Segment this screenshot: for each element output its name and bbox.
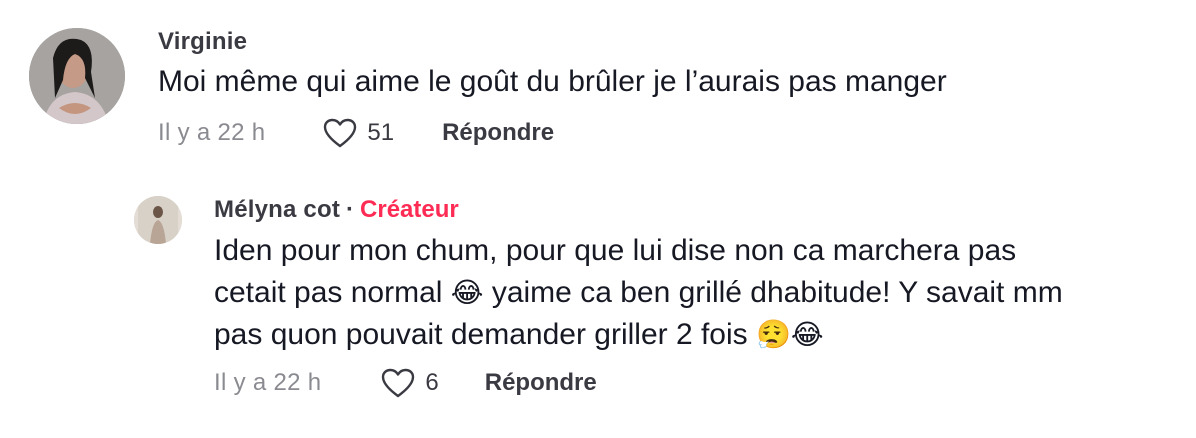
- heart-outline-icon[interactable]: [323, 118, 357, 148]
- laughing-emoji: 😂: [790, 318, 824, 351]
- separator: ·: [346, 196, 355, 223]
- comment-text-line: Iden pour mon chum, pour que lui dise no…: [214, 234, 1017, 267]
- reply-button[interactable]: Répondre: [442, 119, 554, 147]
- comment-text-line: pas quon pouvait demander griller 2 fois…: [214, 314, 1174, 356]
- like-button[interactable]: 51: [323, 118, 394, 148]
- author-name[interactable]: Mélyna cot: [214, 196, 340, 224]
- reply-button[interactable]: Répondre: [485, 369, 597, 397]
- timestamp: Il y a 22 h: [214, 369, 322, 396]
- text-fragment: pas quon pouvait demander griller 2 fois: [214, 318, 756, 351]
- exhale-emoji: 😮‍💨: [756, 318, 791, 351]
- comment-text: Iden pour mon chum, pour que lui dise no…: [214, 230, 1174, 356]
- creator-badge: Créateur: [360, 196, 459, 223]
- text-fragment: cetait pas normal: [214, 276, 451, 309]
- like-button[interactable]: 6: [381, 368, 439, 398]
- like-count: 6: [425, 369, 439, 396]
- timestamp: Il y a 22 h: [158, 119, 266, 146]
- heart-outline-icon[interactable]: [381, 368, 415, 398]
- comment-text: Moi même qui aime le goût du brûler je l…: [158, 65, 947, 98]
- avatar[interactable]: [134, 196, 182, 244]
- avatar[interactable]: [29, 28, 125, 124]
- comment: Virginie Moi même qui aime le goût du br…: [29, 28, 947, 148]
- author-name[interactable]: Virginie: [158, 28, 247, 56]
- text-fragment: yaime ca ben grillé dhabitude! Y savait …: [483, 276, 1063, 309]
- reply-comment: Mélyna cot · Créateur Iden pour mon chum…: [134, 196, 1174, 398]
- comment-text-line: cetait pas normal 😂 yaime ca ben grillé …: [214, 272, 1174, 314]
- like-count: 51: [367, 119, 395, 146]
- laughing-emoji: 😂: [450, 276, 484, 309]
